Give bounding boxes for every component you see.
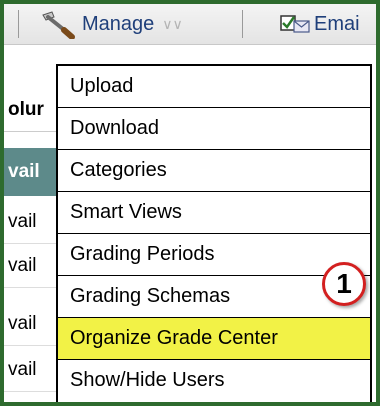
menu-item-upload[interactable]: Upload [58, 66, 370, 108]
toolbar-separator [242, 10, 243, 38]
menu-item-organize-grade-center[interactable]: Organize Grade Center [58, 318, 370, 360]
menu-item-download[interactable]: Download [58, 108, 370, 150]
email-checkbox-icon [280, 13, 310, 35]
manage-tools-icon [40, 9, 76, 40]
manage-dropdown-menu: Upload Download Categories Smart Views G… [56, 64, 372, 402]
chevron-down-icon: ∨∨ [162, 15, 183, 32]
grade-center-toolbar: Manage ∨∨ Emai [4, 4, 376, 45]
menu-item-grading-periods[interactable]: Grading Periods [58, 234, 370, 276]
menu-item-categories[interactable]: Categories [58, 150, 370, 192]
menu-item-smart-views[interactable]: Smart Views [58, 192, 370, 234]
step-callout-badge: 1 [322, 262, 366, 306]
email-menu-button[interactable]: Emai [280, 4, 360, 44]
toolbar-separator [18, 10, 19, 38]
manage-button-label: Manage [82, 12, 155, 35]
manage-menu-button[interactable]: Manage ∨∨ [40, 4, 183, 44]
menu-item-show-hide-users[interactable]: Show/Hide Users [58, 360, 370, 402]
screenshot-frame: Manage ∨∨ Emai olur vail vail vail vail … [4, 4, 376, 402]
email-button-label: Emai [314, 12, 360, 35]
